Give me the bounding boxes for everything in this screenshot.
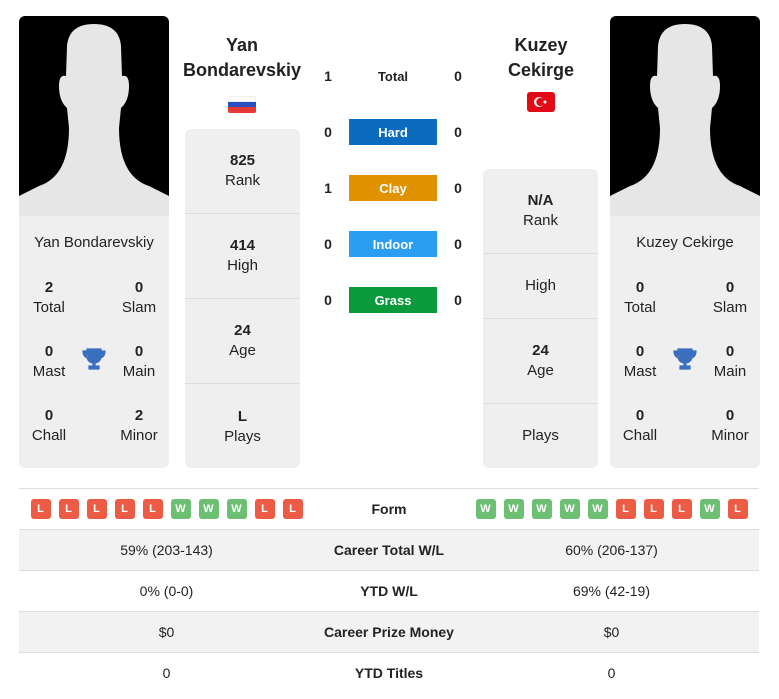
russia-flag-icon (228, 96, 256, 113)
player1-info: 825 Rank 414 High 24 Age L Plays (185, 129, 300, 468)
form-badge[interactable]: L (254, 499, 275, 519)
player2-name: Kuzey Cekirge (636, 234, 734, 251)
player2-stat-value: $0 (603, 624, 620, 640)
player2-title[interactable]: Kuzey Cekirge (475, 33, 607, 83)
player2-photo (610, 16, 760, 216)
h2h-p1-value: 1 (324, 68, 332, 84)
h2h-p1-value: 0 (324, 236, 332, 252)
form-badge[interactable]: W (699, 499, 720, 519)
player1-rank: 825 Rank (185, 129, 300, 214)
form-badge[interactable]: W (475, 499, 496, 519)
turkey-flag-icon (527, 92, 555, 112)
player1-minor-titles: 2 Minor (120, 407, 158, 444)
player1-age: 24 Age (185, 299, 300, 384)
player2-card: Kuzey Cekirge 0 Total 0 Slam 0 Mast 0 Main 0… (610, 216, 760, 468)
player2-info: N/A Rank High 24 Age Plays (483, 169, 598, 468)
form-badge[interactable]: L (671, 499, 692, 519)
silhouette-icon (610, 24, 760, 216)
player1-photo (19, 16, 169, 216)
player1-main-titles: 0 Main (122, 343, 156, 380)
player1-slam-titles: 0 Slam (121, 279, 157, 316)
player1-chall-titles: 0 Chall (31, 407, 67, 444)
form-badge[interactable]: W (531, 499, 552, 519)
player1-form: LLLLLWWWLL (19, 499, 314, 519)
player1-stat-value: 0% (0-0) (139, 583, 194, 599)
h2h-row-hard: 0 Hard 0 (318, 119, 468, 145)
h2h-p1-value: 1 (324, 180, 332, 196)
player2-age: 24 Age (483, 319, 598, 404)
stat-row: $0 Career Prize Money $0 (19, 611, 759, 652)
h2h-row-grass: 0 Grass 0 (318, 287, 468, 313)
form-badge[interactable]: W (226, 499, 247, 519)
stat-row: 0% (0-0) YTD W/L 69% (42-19) (19, 570, 759, 611)
surface-grass[interactable]: Grass (349, 287, 437, 313)
player2-rank: N/A Rank (483, 169, 598, 254)
h2h-row-clay: 1 Clay 0 (318, 175, 468, 201)
player2-stat-value: 69% (42-19) (572, 583, 651, 599)
player2-stat-value: 0 (607, 665, 616, 681)
form-badge[interactable]: W (503, 499, 524, 519)
h2h-p2-value: 0 (454, 124, 462, 140)
surface-total[interactable]: Total (349, 63, 437, 89)
player2-high: High (483, 254, 598, 319)
surface-clay[interactable]: Clay (349, 175, 437, 201)
trophy-icon (672, 346, 698, 377)
form-badge[interactable]: L (727, 499, 748, 519)
form-badge[interactable]: L (282, 499, 303, 519)
form-badge[interactable]: L (615, 499, 636, 519)
surface-hard[interactable]: Hard (349, 119, 437, 145)
player2-form: WWWWWLLLWL (464, 499, 759, 519)
stat-label: Career Prize Money (324, 624, 454, 640)
h2h-p1-value: 0 (324, 124, 332, 140)
h2h-p2-value: 0 (454, 68, 462, 84)
player1-high: 414 High (185, 214, 300, 299)
player2-plays: Plays (522, 427, 559, 444)
h2h-p2-value: 0 (454, 180, 462, 196)
form-badge[interactable]: L (643, 499, 664, 519)
stat-row: 59% (203-143) Career Total W/L 60% (206-13… (19, 529, 759, 570)
stat-row: 0 YTD Titles 0 (19, 652, 759, 693)
player2-stat-value: 60% (206-137) (565, 542, 658, 558)
player1-mast-titles: 0 Mast (32, 343, 66, 380)
stat-label: YTD W/L (360, 583, 418, 599)
player2-main-titles: 0 Main (713, 343, 747, 380)
player2-total-titles: 0 Total (624, 279, 656, 316)
trophy-icon (81, 346, 107, 377)
form-badge[interactable]: L (114, 499, 135, 519)
player1-stat-value: $0 (158, 624, 175, 640)
player2-minor-titles: 0 Minor (711, 407, 749, 444)
player1-card: Yan Bondarevskiy 2 Total 0 Slam 0 Mast 0 Mai… (19, 216, 169, 468)
form-badge[interactable]: L (30, 499, 51, 519)
form-row: LLLLLWWWLL Form WWWWWLLLWL (19, 488, 759, 529)
h2h-p2-value: 0 (454, 236, 462, 252)
player2-mast-titles: 0 Mast (623, 343, 657, 380)
player1-stat-value: 59% (203-143) (120, 542, 213, 558)
player1-title[interactable]: Yan Bondarevskiy (175, 33, 309, 83)
player1-name: Yan Bondarevskiy (34, 234, 154, 251)
player1-stat-value: 0 (162, 665, 171, 681)
form-badge[interactable]: W (170, 499, 191, 519)
h2h-p2-value: 0 (454, 292, 462, 308)
h2h-row-indoor: 0 Indoor 0 (318, 231, 468, 257)
player2-chall-titles: 0 Chall (622, 407, 658, 444)
player1-total-titles: 2 Total (33, 279, 65, 316)
h2h-row-total: 1 Total 0 (318, 63, 468, 89)
stat-label: YTD Titles (354, 665, 424, 681)
player2-slam-titles: 0 Slam (712, 279, 748, 316)
silhouette-icon (19, 24, 169, 216)
surface-indoor[interactable]: Indoor (349, 231, 437, 257)
form-badge[interactable]: W (559, 499, 580, 519)
form-label: Form (371, 501, 407, 517)
form-badge[interactable]: L (142, 499, 163, 519)
player1-plays: L Plays (224, 407, 261, 445)
form-badge[interactable]: L (86, 499, 107, 519)
stat-label: Career Total W/L (333, 542, 445, 558)
h2h-p1-value: 0 (324, 292, 332, 308)
form-badge[interactable]: W (587, 499, 608, 519)
form-badge[interactable]: W (198, 499, 219, 519)
form-badge[interactable]: L (58, 499, 79, 519)
